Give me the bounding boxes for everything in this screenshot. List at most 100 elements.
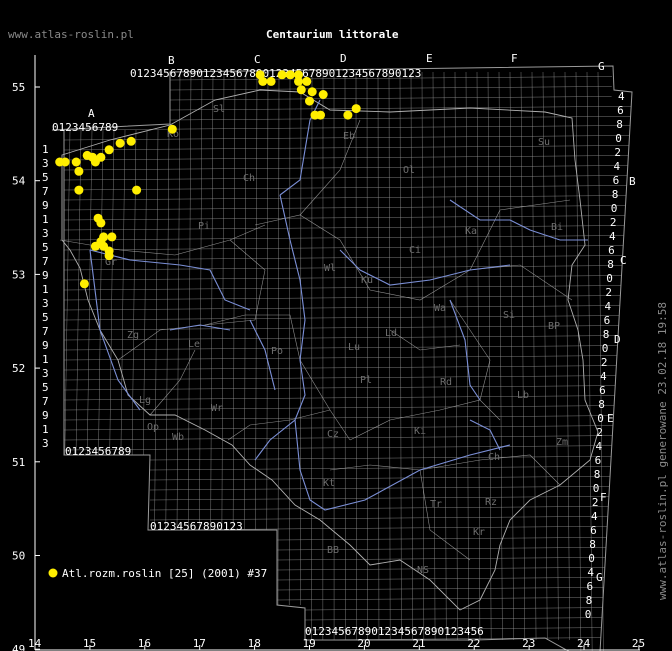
y-tick-label: 52 <box>12 362 25 375</box>
region-label: Sl <box>213 104 225 115</box>
grid-line-horizontal <box>63 285 621 291</box>
y-tick-label: 55 <box>12 81 25 94</box>
right-digit: 2 <box>610 216 617 229</box>
left-digit: 1 <box>42 143 49 156</box>
distribution-point <box>107 232 117 242</box>
right-digit: 8 <box>603 328 610 341</box>
right-digit: 6 <box>599 384 606 397</box>
bottom-digit-row: 012345678901234567890123456 <box>305 625 484 638</box>
left-digit: 7 <box>42 255 49 268</box>
grid-line-vertical <box>355 71 357 641</box>
right-digit: 0 <box>588 552 595 565</box>
column-letter: B <box>168 54 175 67</box>
region-label: BP <box>548 321 560 332</box>
grid-line-vertical <box>476 71 481 641</box>
right-digit: 8 <box>612 188 619 201</box>
grid-line-horizontal <box>169 86 612 91</box>
distribution-point <box>60 157 70 167</box>
grid-line-horizontal <box>304 617 602 621</box>
left-digit: 7 <box>42 185 49 198</box>
region-label: Wa <box>434 303 446 314</box>
region-label: Si <box>503 310 515 321</box>
grid-line-vertical <box>98 129 104 456</box>
grid-line-vertical <box>75 129 82 456</box>
distribution-point <box>96 218 106 228</box>
right-digit: 6 <box>595 454 602 467</box>
right-digit: 8 <box>594 468 601 481</box>
grid-line-horizontal <box>63 365 617 371</box>
region-label: Eb <box>343 131 355 142</box>
x-tick-label: 19 <box>303 637 316 650</box>
distribution-point <box>302 76 312 86</box>
region-label: Op <box>147 422 159 433</box>
grid-line-horizontal <box>63 325 619 331</box>
right-digit: 4 <box>596 440 603 453</box>
right-digit: 4 <box>591 510 598 523</box>
right-digit: 0 <box>585 608 592 621</box>
y-tick-label: 49 <box>12 643 25 651</box>
x-tick-label: 15 <box>83 637 96 650</box>
grid-line-vertical <box>487 71 492 641</box>
x-tick-label: 25 <box>632 637 645 650</box>
grid-line-horizontal <box>169 116 631 121</box>
axes: 14 15 16 17 18 19 20 21 22 23 24 2555545352515049 <box>12 55 645 651</box>
grid-line-horizontal <box>169 106 632 111</box>
grid-line-horizontal <box>63 235 624 241</box>
grid-line-vertical <box>244 71 247 531</box>
right-digit: 8 <box>586 594 593 607</box>
column-letter: F <box>511 52 518 65</box>
column-letter: G <box>598 60 605 73</box>
region-label: Ku <box>361 275 373 286</box>
distribution-point <box>104 145 114 155</box>
grid-line-vertical <box>255 71 258 531</box>
a-digit-row: 0123456789 <box>52 121 118 134</box>
right-digit: 6 <box>613 174 620 187</box>
row-letter: D <box>614 333 621 346</box>
river <box>254 194 306 461</box>
grid-line-horizontal <box>304 607 603 611</box>
map-title: Centaurium littorale <box>266 28 399 41</box>
right-digit: 0 <box>606 272 613 285</box>
grid-line-horizontal <box>63 275 622 281</box>
grid-line-vertical <box>232 71 236 531</box>
grid-line-vertical <box>509 71 514 641</box>
right-digit: 4 <box>605 300 612 313</box>
grid-line-horizontal <box>63 445 612 451</box>
grid-line-vertical <box>520 71 526 641</box>
region-label: Zm <box>556 437 568 448</box>
region-labels: SlKo EbSuChOlPi BiCiWlKuKaWaSiBPZgLePo LuLd… <box>105 104 568 576</box>
grid-line-horizontal <box>276 567 605 571</box>
region-label: Lg <box>139 395 151 406</box>
grid-line-vertical <box>109 129 115 456</box>
province-border <box>419 469 471 561</box>
right-digit: 0 <box>611 202 618 215</box>
grid-line-horizontal <box>169 96 612 101</box>
grid-line-horizontal <box>63 405 615 411</box>
distribution-point <box>305 96 314 106</box>
right-digit: 8 <box>589 538 596 551</box>
right-digit: 0 <box>602 342 609 355</box>
left-digit: 5 <box>42 311 49 324</box>
right-digit: 4 <box>587 566 594 579</box>
y-tick-label: 53 <box>12 268 25 281</box>
region-label: NS <box>417 565 429 576</box>
right-digit: 2 <box>592 496 599 509</box>
right-digit: 0 <box>593 482 600 495</box>
region-label: Lb <box>517 390 529 401</box>
distribution-point <box>316 110 325 120</box>
grid-line-horizontal <box>63 175 628 181</box>
left-digit: 7 <box>42 395 49 408</box>
grid-line-horizontal <box>63 315 620 321</box>
region-label: Po <box>271 346 283 357</box>
river <box>469 419 501 451</box>
region-label: Wl <box>324 263 336 274</box>
x-tick-label: 20 <box>357 637 370 650</box>
grid-line-horizontal <box>276 557 606 561</box>
grid-line-horizontal <box>63 375 616 381</box>
x-tick-label: 17 <box>193 637 206 650</box>
grid-line-horizontal <box>63 415 614 421</box>
grid-line-vertical <box>377 71 380 641</box>
left-digit: 5 <box>42 381 49 394</box>
distribution-point <box>285 70 295 80</box>
left-digit: 7 <box>42 325 49 338</box>
